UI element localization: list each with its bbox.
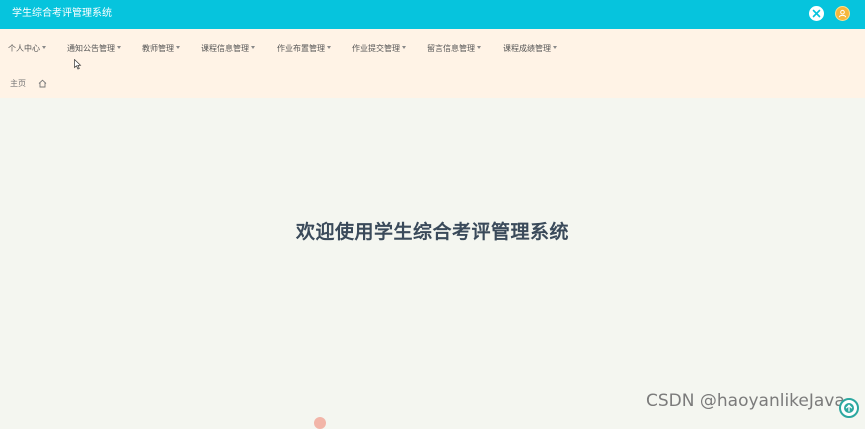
- avatar[interactable]: [835, 6, 850, 21]
- nav-item-teacher-management[interactable]: 教师管理: [142, 43, 180, 55]
- caret-down-icon: [251, 46, 255, 49]
- user-avatar-icon: [838, 9, 847, 18]
- scroll-to-top-button[interactable]: [839, 398, 859, 418]
- breadcrumb-home-link[interactable]: 主页: [10, 78, 26, 90]
- nav-item-label: 作业布置管理: [277, 44, 325, 53]
- nav-item-submission-management[interactable]: 作业提交管理: [352, 43, 406, 55]
- top-header: 学生综合考评管理系统: [0, 0, 865, 29]
- nav-item-assignment-management[interactable]: 作业布置管理: [277, 43, 331, 55]
- app-title: 学生综合考评管理系统: [12, 8, 112, 19]
- nav-item-label: 通知公告管理: [67, 44, 115, 53]
- nav-item-label: 课程信息管理: [201, 44, 249, 53]
- nav-item-label: 课程成绩管理: [503, 44, 551, 53]
- caret-down-icon: [117, 46, 121, 49]
- floating-dot: [314, 417, 326, 429]
- breadcrumb: 主页: [0, 70, 865, 98]
- nav-item-label: 教师管理: [142, 44, 174, 53]
- caret-down-icon: [176, 46, 180, 49]
- arrow-up-icon: [844, 403, 854, 413]
- caret-down-icon: [553, 46, 557, 49]
- caret-down-icon: [327, 46, 331, 49]
- watermark-text: CSDN @haoyanlikeJava: [646, 391, 845, 411]
- close-icon: [812, 9, 821, 18]
- home-icon[interactable]: [38, 79, 47, 88]
- nav-item-label: 个人中心: [8, 44, 40, 53]
- nav-item-grade-management[interactable]: 课程成绩管理: [503, 43, 557, 55]
- nav-item-notice-management[interactable]: 通知公告管理: [67, 43, 121, 55]
- welcome-heading: 欢迎使用学生综合考评管理系统: [295, 221, 569, 243]
- nav-item-label: 留言信息管理: [427, 44, 475, 53]
- nav-item-label: 作业提交管理: [352, 44, 400, 53]
- caret-down-icon: [477, 46, 481, 49]
- nav-item-personal-center[interactable]: 个人中心: [8, 43, 46, 55]
- main-nav: 个人中心 通知公告管理 教师管理 课程信息管理 作业布置管理 作业提交管理 留言…: [0, 29, 865, 71]
- close-button[interactable]: [809, 6, 824, 21]
- nav-item-message-management[interactable]: 留言信息管理: [427, 43, 481, 55]
- caret-down-icon: [42, 46, 46, 49]
- nav-item-course-info-management[interactable]: 课程信息管理: [201, 43, 255, 55]
- mouse-pointer-icon: [74, 59, 82, 70]
- caret-down-icon: [402, 46, 406, 49]
